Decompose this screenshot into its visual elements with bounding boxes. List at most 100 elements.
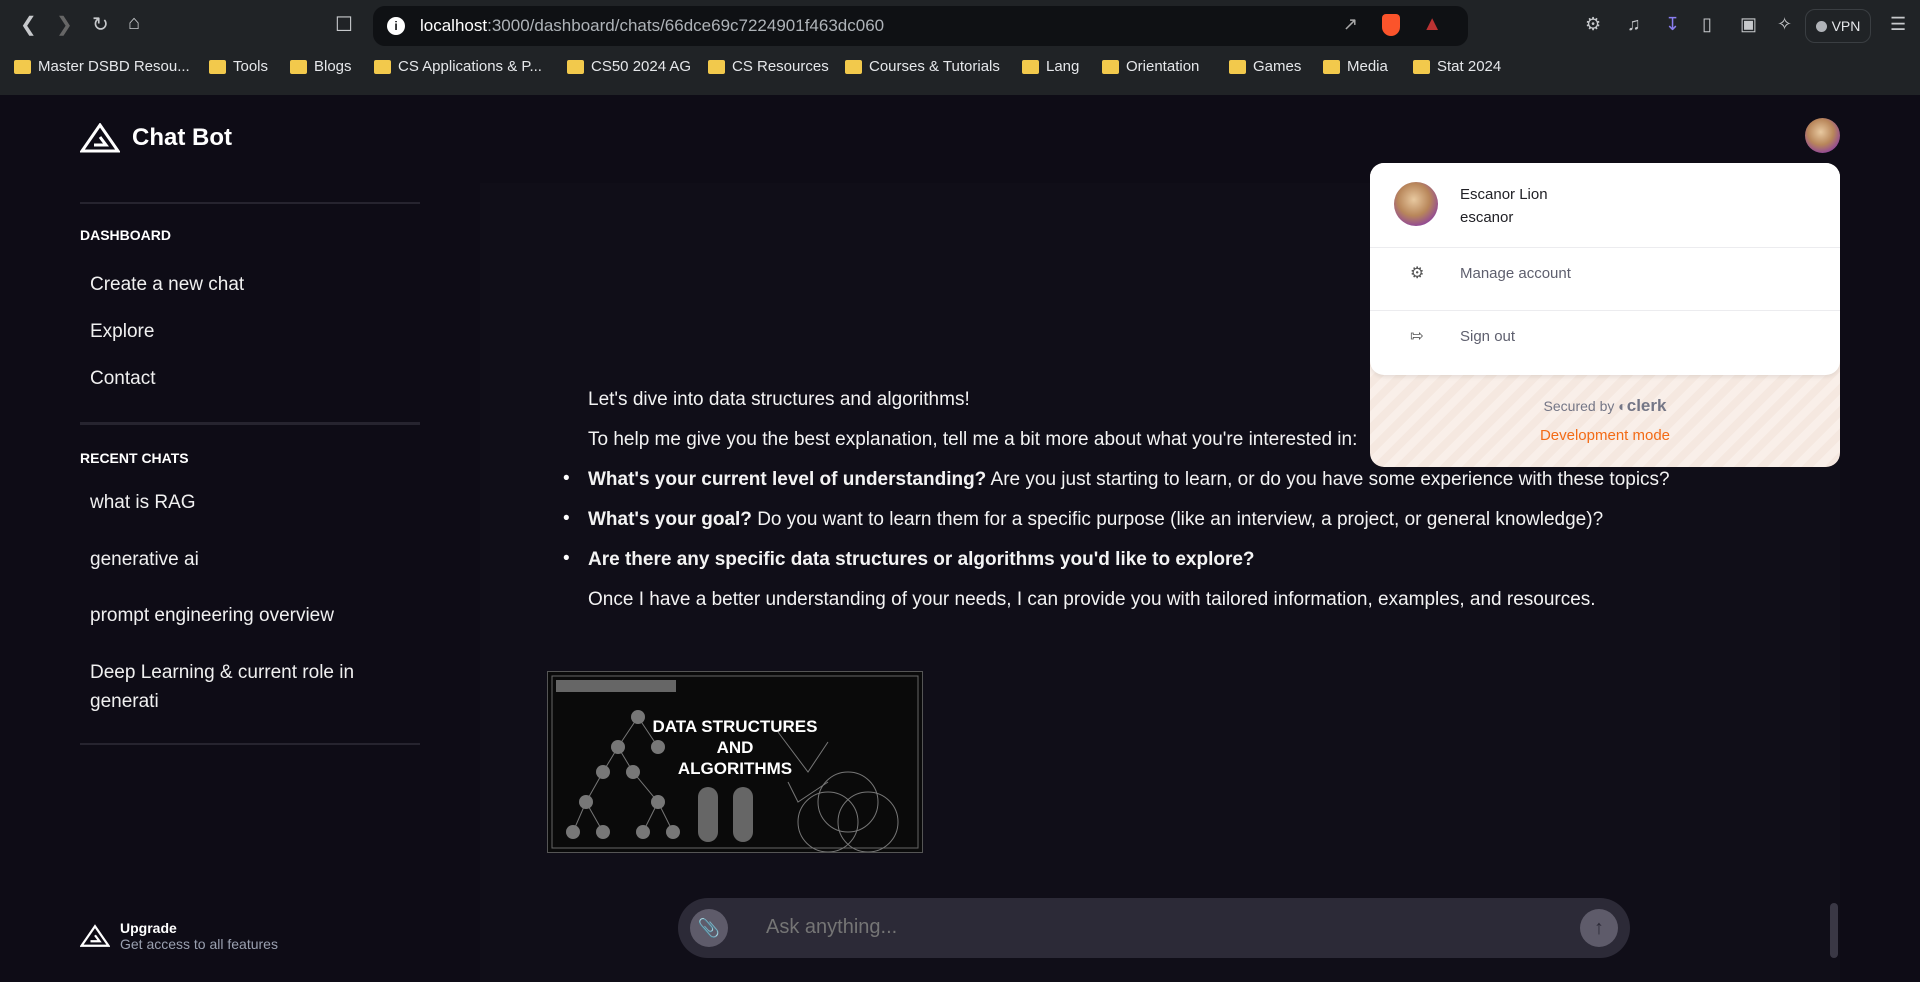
bullet: • [563,548,570,569]
recent-chat-item[interactable]: Deep Learning & current role in generati [90,658,390,716]
folder-icon [374,59,391,74]
recent-chat-item[interactable]: generative ai [90,545,410,574]
user-menu-popover: Escanor Lion escanor ⚙ Manage account ⇰ … [1370,163,1840,467]
bookmark-label: Blogs [314,58,352,75]
folder-icon [1323,59,1340,74]
upgrade-button[interactable]: Upgrade Get access to all features [80,920,278,952]
message-bullet: What's your current level of understandi… [588,469,1670,490]
extensions-icon[interactable]: ⚙ [1585,14,1601,35]
recent-chats-heading: RECENT CHATS [80,450,189,466]
message-bullet: What's your goal? Do you want to learn t… [588,509,1604,530]
url-host: localhost [420,16,488,35]
bullet: • [563,468,570,489]
folder-icon [708,59,725,74]
sidebar-icon[interactable]: ▯ [1702,14,1712,35]
url-path: :3000/dashboard/chats/66dce69c7224901f46… [487,16,885,35]
image-title: AND [716,738,754,757]
bookmark-item[interactable]: Orientation [1102,58,1199,75]
manage-account-button[interactable]: ⚙ Manage account [1370,247,1840,299]
bookmark-label: Orientation [1126,58,1200,75]
app-logo[interactable]: Chat Bot [80,123,232,153]
bookmark-label: Master DSBD Resou... [38,58,190,75]
bookmark-label: Courses & Tutorials [869,58,1000,75]
media-icon[interactable]: ♫ [1627,14,1641,35]
bullet: • [563,508,570,529]
data-structures-image[interactable]: DATA STRUCTURES AND ALGORITHMS [547,671,923,853]
scrollbar[interactable] [1830,903,1838,958]
bookmark-item[interactable]: Lang [1022,58,1079,75]
folder-icon [1102,59,1119,74]
user-avatar-button[interactable] [1805,118,1840,153]
bookmark-item[interactable]: Stat 2024 [1413,58,1501,75]
message-text: To help me give you the best explanation… [588,429,1358,450]
recent-chat-item[interactable]: prompt engineering overview [90,601,410,630]
bookmark-icon[interactable]: ☐ [335,12,353,37]
folder-icon [14,59,31,74]
avatar [1394,182,1438,226]
divider [80,743,420,745]
development-mode-label: Development mode [1539,427,1671,444]
contact-link[interactable]: Contact [90,364,410,393]
bookmark-label: Tools [233,58,269,75]
upgrade-subtitle: Get access to all features [120,936,278,952]
manage-account-label: Manage account [1460,265,1571,282]
bookmark-item[interactable]: Courses & Tutorials [845,58,1000,75]
brave-rewards-icon[interactable]: ▲ [1422,13,1442,36]
wallet-icon[interactable]: ▣ [1740,14,1757,35]
vpn-label: VPN [1831,18,1861,34]
download-icon[interactable]: ↧ [1665,14,1680,35]
folder-icon [209,59,226,74]
home-icon[interactable]: ⌂ [128,12,140,35]
bookmark-label: Games [1253,58,1302,75]
bookmark-item[interactable]: Media [1323,58,1388,75]
create-new-chat-link[interactable]: Create a new chat [90,270,410,299]
chat-input-bar: 📎 ↑ [678,898,1630,958]
reload-icon[interactable]: ↻ [92,12,109,37]
bookmark-item[interactable]: CS50 2024 AG [567,58,691,75]
user-username: escanor [1460,209,1514,226]
leo-ai-icon[interactable]: ✧ [1777,14,1792,35]
info-icon[interactable]: i [387,17,405,35]
vpn-status-icon [1815,20,1827,32]
message-bullet: Are there any specific data structures o… [588,549,1255,570]
upgrade-title: Upgrade [120,920,177,936]
image-title: ALGORITHMS [677,759,793,778]
address-bar[interactable]: i localhost:3000/dashboard/chats/66dce69… [373,6,1468,46]
user-name: Escanor Lion [1460,186,1548,203]
bookmark-label: Media [1347,58,1388,75]
back-icon[interactable]: ❮ [20,12,37,37]
sign-out-button[interactable]: ⇰ Sign out [1370,310,1840,362]
folder-icon [567,59,584,74]
sign-out-label: Sign out [1460,328,1516,345]
secured-by-label: Secured by [1543,398,1615,414]
vpn-button[interactable]: VPN [1805,9,1871,43]
bookmark-item[interactable]: Master DSBD Resou... [14,58,190,75]
sign-out-icon: ⇰ [1410,328,1424,345]
bookmark-item[interactable]: Games [1229,58,1301,75]
bookmark-item[interactable]: CS Resources [708,58,829,75]
explore-link[interactable]: Explore [90,317,410,346]
folder-icon [1022,59,1039,74]
dashboard-heading: DASHBOARD [80,227,171,243]
bookmark-item[interactable]: CS Applications & P... [374,58,542,75]
bookmark-label: CS Resources [732,58,829,75]
ask-input[interactable] [766,916,1546,939]
menu-icon[interactable]: ☰ [1890,14,1906,35]
folder-icon [1229,59,1246,74]
send-button[interactable]: ↑ [1580,909,1618,947]
folder-icon [1413,59,1430,74]
folder-icon [290,59,307,74]
bookmark-item[interactable]: Blogs [290,58,352,75]
recent-chat-item[interactable]: what is RAG [90,488,410,517]
forward-icon[interactable]: ❯ [56,12,73,37]
attach-icon[interactable]: 📎 [690,909,728,947]
logo-icon [80,924,110,947]
brave-shield-icon[interactable] [1382,14,1400,36]
share-icon[interactable]: ↗ [1343,14,1358,35]
browser-toolbar: ❮ ❯ ↻ ⌂ ☐ i localhost:3000/dashboard/cha… [0,0,1920,95]
bookmark-item[interactable]: Tools [209,58,268,75]
message-text: Let's dive into data structures and algo… [588,389,970,410]
divider [80,422,420,425]
sidebar: Chat Bot DASHBOARD Create a new chat Exp… [80,95,420,982]
secured-by-clerk[interactable]: Secured by ◐clerk [1370,396,1840,416]
